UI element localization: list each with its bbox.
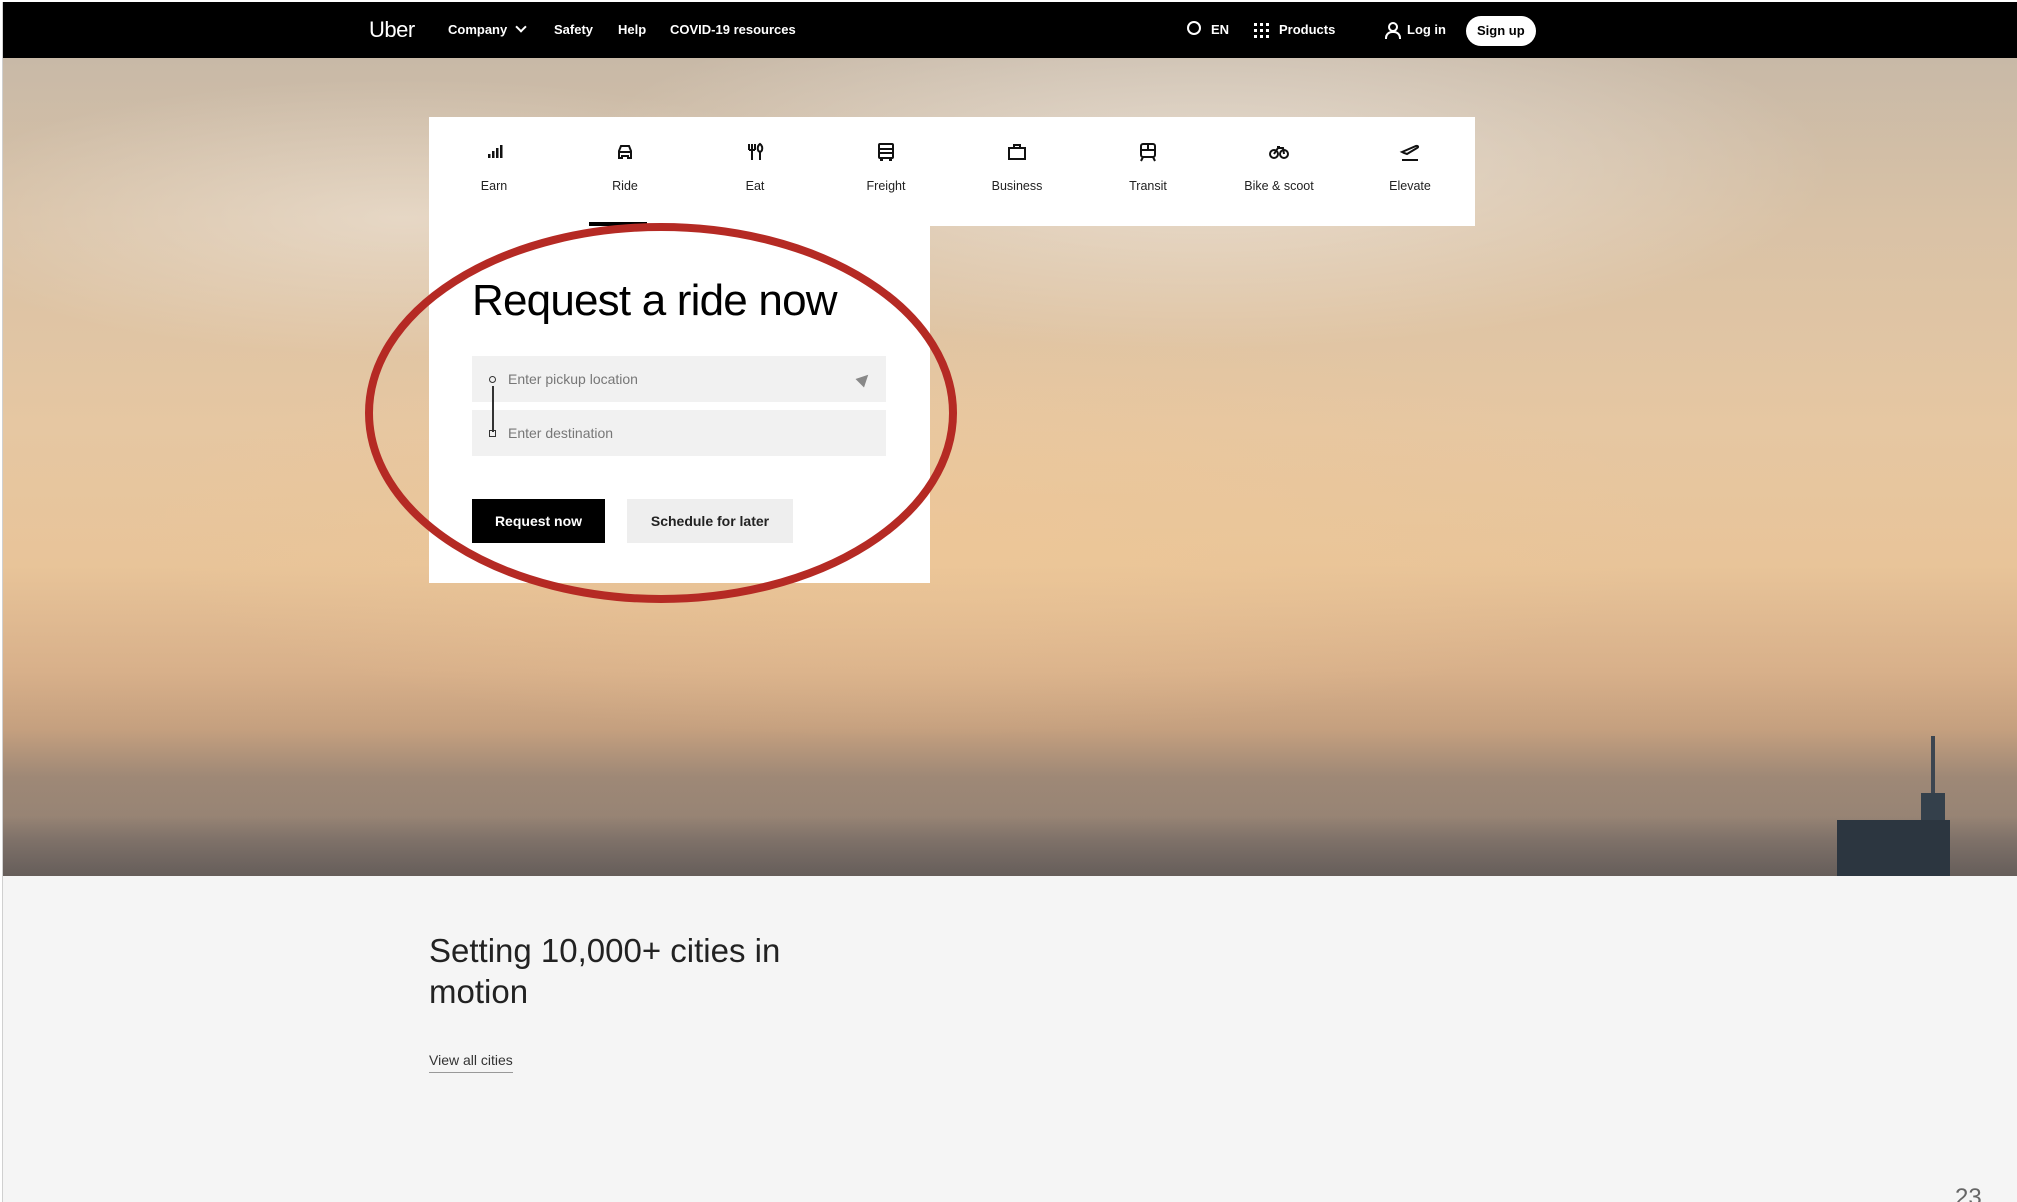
login-link[interactable]: Log in	[1385, 2, 1446, 58]
pickup-field[interactable]	[472, 356, 886, 402]
tab-business[interactable]: Business	[952, 117, 1082, 226]
truck-icon	[878, 143, 894, 161]
tab-label: Earn	[480, 179, 508, 193]
person-icon	[1385, 22, 1401, 39]
pickup-dot-icon	[489, 376, 496, 383]
language-selector[interactable]: EN	[1187, 2, 1229, 58]
car-icon	[618, 145, 632, 159]
location-arrow-icon[interactable]	[855, 370, 873, 388]
plane-icon	[1399, 144, 1420, 161]
signup-button[interactable]: Sign up	[1466, 16, 1536, 46]
browser-viewport: Uber Company Safety Help COVID-19 resour…	[2, 2, 2017, 1202]
destination-field[interactable]	[472, 410, 886, 456]
pickup-input[interactable]	[508, 356, 838, 402]
language-label: EN	[1211, 22, 1230, 37]
request-now-button[interactable]: Request now	[472, 499, 605, 543]
tab-label: Transit	[1129, 179, 1167, 193]
train-icon	[1140, 143, 1156, 162]
tab-label: Bike & scoot	[1244, 179, 1314, 193]
nav-company-label: Company	[448, 22, 508, 37]
schedule-later-button[interactable]: Schedule for later	[627, 499, 793, 543]
tower-building	[1837, 820, 1950, 876]
view-all-cities-link[interactable]: View all cities	[429, 1052, 513, 1073]
login-label: Log in	[1407, 22, 1446, 37]
slide-page-number: 23	[1955, 1184, 1982, 1202]
page-frame: Uber Company Safety Help COVID-19 resour…	[0, 0, 2017, 1202]
tab-freight[interactable]: Freight	[821, 117, 951, 226]
cities-section: Setting 10,000+ cities in motion View al…	[3, 876, 2017, 1202]
bars-icon	[488, 145, 503, 158]
nav-covid-resources[interactable]: COVID-19 resources	[670, 2, 796, 58]
tab-label: Elevate	[1389, 179, 1431, 193]
destination-input[interactable]	[508, 410, 838, 456]
tab-label: Eat	[745, 179, 765, 193]
tower-middle	[1921, 793, 1945, 821]
route-connector-line	[492, 386, 494, 432]
tab-bike-scoot[interactable]: Bike & scoot	[1214, 117, 1344, 226]
grid-icon	[1254, 23, 1269, 39]
nav-company[interactable]: Company	[448, 2, 527, 58]
city-skyline	[3, 816, 2017, 876]
top-navigation: Uber Company Safety Help COVID-19 resour…	[3, 2, 2017, 58]
briefcase-icon	[1008, 144, 1026, 160]
nav-help[interactable]: Help	[618, 2, 646, 58]
products-label: Products	[1279, 22, 1336, 37]
category-bar: Earn Ride Eat Freight Business Transit B…	[429, 117, 1475, 226]
tab-label: Ride	[612, 179, 638, 193]
bike-icon	[1269, 146, 1289, 159]
tab-label: Business	[991, 179, 1043, 193]
tab-eat[interactable]: Eat	[690, 117, 820, 226]
products-menu[interactable]: Products	[1254, 2, 1335, 58]
nav-safety[interactable]: Safety	[554, 2, 593, 58]
fork-knife-icon	[748, 142, 764, 160]
tab-transit[interactable]: Transit	[1083, 117, 1213, 226]
globe-icon	[1187, 21, 1201, 35]
tab-earn[interactable]: Earn	[429, 117, 559, 226]
cities-heading: Setting 10,000+ cities in motion	[429, 932, 781, 1010]
panel-title: Request a ride now	[472, 276, 838, 325]
tab-label: Freight	[866, 179, 906, 193]
ride-request-panel: Request a ride now Request now Schedule …	[429, 226, 930, 583]
tab-elevate[interactable]: Elevate	[1345, 117, 1475, 226]
uber-logo[interactable]: Uber	[369, 2, 415, 58]
tab-ride[interactable]: Ride	[560, 117, 690, 226]
chevron-down-icon	[515, 21, 527, 33]
